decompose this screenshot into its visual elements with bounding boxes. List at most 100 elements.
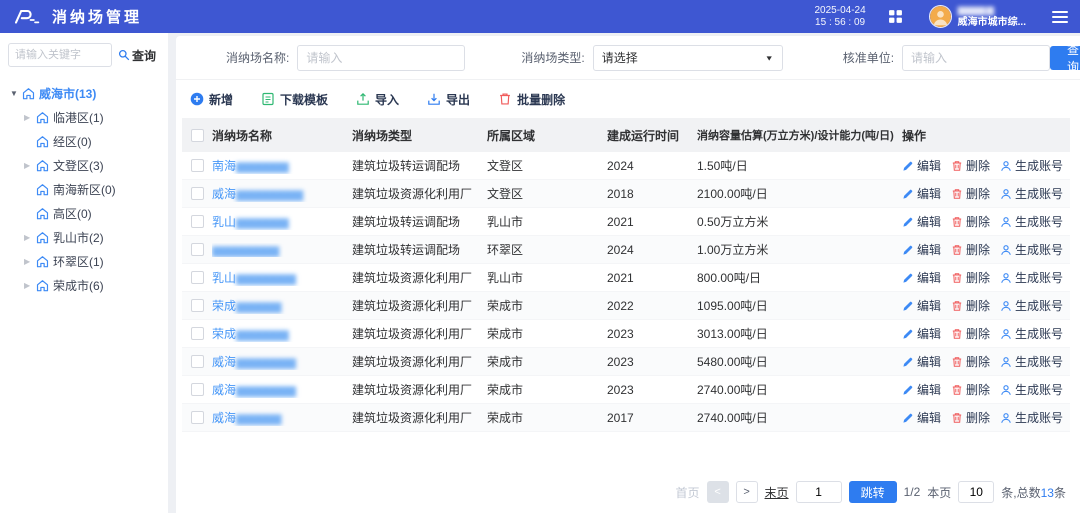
row-checkbox[interactable] (191, 355, 204, 368)
search-button[interactable]: 查询 (1050, 46, 1080, 70)
region-cell: 荣成市 (487, 409, 607, 426)
delete-button[interactable]: 删除 (951, 353, 990, 370)
site-type-value: 请选择 (602, 49, 638, 66)
site-name-link[interactable]: 威海▆▆▆▆▆▆▆▆ (212, 383, 294, 397)
generate-account-button[interactable]: 生成账号 (1000, 185, 1063, 202)
generate-account-button[interactable]: 生成账号 (1000, 381, 1063, 398)
tree-node[interactable]: ▶文登区(3) (8, 153, 162, 177)
edit-button[interactable]: 编辑 (902, 297, 941, 314)
row-checkbox[interactable] (191, 383, 204, 396)
tree-node[interactable]: 高区(0) (8, 201, 162, 225)
delete-button[interactable]: 删除 (951, 381, 990, 398)
page-size-input[interactable] (958, 481, 994, 503)
apps-grid-icon[interactable] (888, 9, 903, 24)
tree-node[interactable]: ▶环翠区(1) (8, 249, 162, 273)
tree-node[interactable]: ▶乳山市(2) (8, 225, 162, 249)
generate-account-button[interactable]: 生成账号 (1000, 353, 1063, 370)
last-page-button[interactable]: 末页 (765, 484, 789, 501)
site-name-link[interactable]: 南海▆▆▆▆▆▆▆ (212, 159, 287, 173)
edit-button[interactable]: 编辑 (902, 353, 941, 370)
edit-button[interactable]: 编辑 (902, 269, 941, 286)
approval-unit-input[interactable] (902, 45, 1050, 71)
edit-button[interactable]: 编辑 (902, 381, 941, 398)
edit-button[interactable]: 编辑 (902, 241, 941, 258)
edit-button[interactable]: 编辑 (902, 185, 941, 202)
tree-node[interactable]: ▼威海市(13) (8, 81, 162, 105)
row-checkbox[interactable] (191, 187, 204, 200)
generate-account-button[interactable]: 生成账号 (1000, 409, 1063, 426)
collapse-icon[interactable]: ▼ (10, 89, 22, 98)
generate-account-button-label: 生成账号 (1015, 185, 1063, 202)
generate-account-button[interactable]: 生成账号 (1000, 325, 1063, 342)
delete-button[interactable]: 删除 (951, 269, 990, 286)
generate-account-button-label: 生成账号 (1015, 297, 1063, 314)
site-name-link[interactable]: ▆▆▆▆▆▆▆▆▆ (212, 243, 277, 257)
edit-button[interactable]: 编辑 (902, 157, 941, 174)
site-name-link[interactable]: 荣成▆▆▆▆▆▆ (212, 299, 279, 313)
page-number-input[interactable] (796, 481, 842, 503)
delete-button[interactable]: 删除 (951, 241, 990, 258)
tree-node[interactable]: ▶ 临港区(1) (8, 105, 162, 129)
row-checkbox[interactable] (191, 215, 204, 228)
menu-icon[interactable] (1052, 11, 1068, 23)
generate-account-button-label: 生成账号 (1015, 241, 1063, 258)
batch-delete-button[interactable]: 批量删除 (498, 91, 565, 108)
row-checkbox[interactable] (191, 411, 204, 424)
tree-node-label: 临港区(1) (53, 109, 104, 126)
delete-button[interactable]: 删除 (951, 185, 990, 202)
user-info[interactable]: ▆▆▆▆ ▆ 威海市城市综... (958, 5, 1026, 29)
import-button[interactable]: 导入 (356, 91, 399, 108)
keyword-search-input[interactable] (8, 43, 112, 67)
first-page-button[interactable]: 首页 (676, 484, 700, 501)
site-name-link[interactable]: 荣成▆▆▆▆▆▆▆ (212, 327, 287, 341)
capacity-cell: 2740.00吨/日 (697, 381, 902, 398)
site-name-label: 消纳场名称: (226, 49, 289, 66)
generate-account-button[interactable]: 生成账号 (1000, 297, 1063, 314)
delete-button[interactable]: 删除 (951, 157, 990, 174)
edit-button[interactable]: 编辑 (902, 213, 941, 230)
delete-button[interactable]: 删除 (951, 325, 990, 342)
expand-icon[interactable]: ▶ (24, 233, 36, 242)
row-checkbox[interactable] (191, 243, 204, 256)
generate-account-button[interactable]: 生成账号 (1000, 269, 1063, 286)
generate-account-button[interactable]: 生成账号 (1000, 241, 1063, 258)
site-type-select[interactable]: 请选择 ▼ (593, 45, 783, 71)
row-checkbox[interactable] (191, 271, 204, 284)
site-name-link[interactable]: 威海▆▆▆▆▆▆ (212, 411, 279, 425)
edit-button[interactable]: 编辑 (902, 325, 941, 342)
site-name-input[interactable] (297, 45, 465, 71)
generate-account-button[interactable]: 生成账号 (1000, 157, 1063, 174)
tree-node[interactable]: 经区(0) (8, 129, 162, 153)
expand-icon[interactable]: ▶ (24, 113, 36, 122)
person-icon (1000, 244, 1012, 256)
expand-icon[interactable]: ▶ (24, 281, 36, 290)
avatar[interactable] (929, 5, 952, 28)
sidebar-search-button[interactable]: 查询 (118, 47, 156, 64)
delete-button[interactable]: 删除 (951, 409, 990, 426)
export-button[interactable]: 导出 (427, 91, 470, 108)
download-template-button[interactable]: 下载模板 (261, 91, 328, 108)
site-name-link[interactable]: 乳山▆▆▆▆▆▆▆ (212, 215, 287, 229)
prev-page-button[interactable]: < (707, 481, 729, 503)
site-name-link[interactable]: 威海▆▆▆▆▆▆▆▆▆ (212, 187, 301, 201)
add-button[interactable]: 新增 (190, 91, 233, 108)
delete-button[interactable]: 删除 (951, 213, 990, 230)
expand-icon[interactable]: ▶ (24, 161, 36, 170)
site-type-label: 消纳场类型: (521, 49, 584, 66)
tree-node[interactable]: 南海新区(0) (8, 177, 162, 201)
tree-node[interactable]: ▶荣成市(6) (8, 273, 162, 297)
table-row: ▆▆▆▆▆▆▆▆▆建筑垃圾转运调配场环翠区20241.00万立方米编辑删除生成账… (182, 236, 1070, 264)
row-checkbox[interactable] (191, 159, 204, 172)
generate-account-button[interactable]: 生成账号 (1000, 213, 1063, 230)
header-datetime: 2025-04-24 15 : 56 : 09 (815, 5, 866, 29)
row-checkbox[interactable] (191, 327, 204, 340)
jump-button[interactable]: 跳转 (849, 481, 897, 503)
row-checkbox[interactable] (191, 299, 204, 312)
edit-button[interactable]: 编辑 (902, 409, 941, 426)
delete-button[interactable]: 删除 (951, 297, 990, 314)
site-name-link[interactable]: 乳山▆▆▆▆▆▆▆▆ (212, 271, 294, 285)
site-name-link[interactable]: 威海▆▆▆▆▆▆▆▆ (212, 355, 294, 369)
select-all-checkbox[interactable] (191, 129, 204, 142)
expand-icon[interactable]: ▶ (24, 257, 36, 266)
next-page-button[interactable]: > (736, 481, 758, 503)
